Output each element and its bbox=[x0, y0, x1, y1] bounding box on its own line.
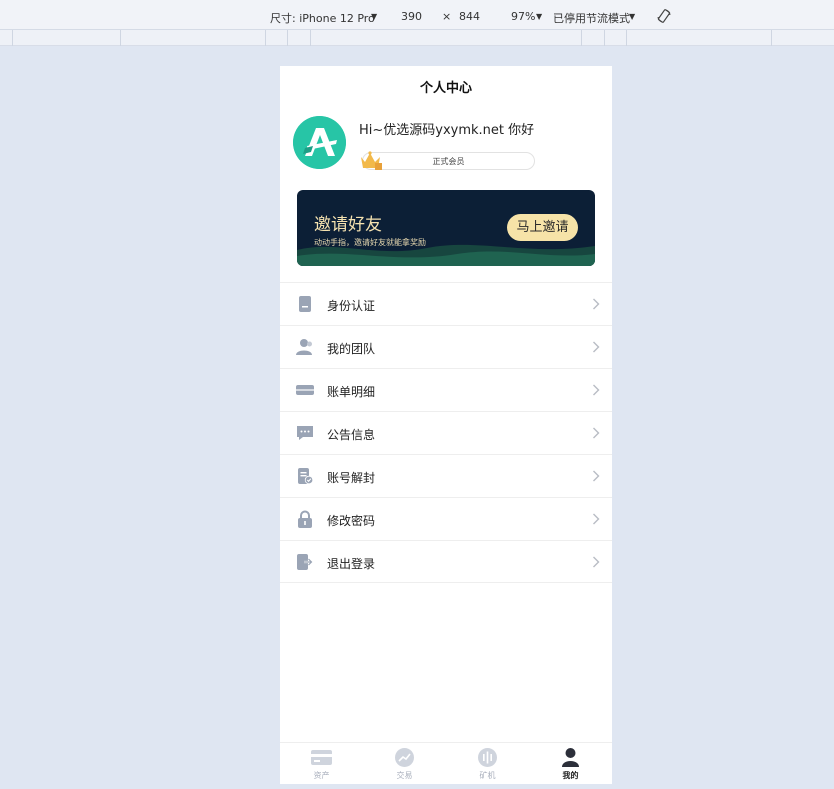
tab-mine[interactable]: 我的 bbox=[529, 743, 612, 784]
chevron-down-icon[interactable]: ▼ bbox=[629, 12, 635, 21]
chevron-right-icon bbox=[593, 427, 600, 439]
tab-miner[interactable]: 矿机 bbox=[446, 743, 529, 784]
media-query-ruler bbox=[0, 30, 834, 46]
height-input[interactable]: 844 bbox=[459, 10, 480, 23]
tab-label: 资产 bbox=[313, 771, 330, 780]
tab-trade[interactable]: 交易 bbox=[363, 743, 446, 784]
id-card-icon bbox=[299, 296, 311, 312]
chevron-right-icon bbox=[593, 298, 600, 310]
chevron-right-icon bbox=[593, 384, 600, 396]
tab-label: 矿机 bbox=[479, 771, 496, 780]
throttle-select[interactable]: 已停用节流模式 bbox=[553, 10, 630, 26]
trade-icon bbox=[395, 748, 414, 767]
settings-menu: 身份认证 我的团队 账单明细 公告信息 账号解封 修改密码 退出登录 bbox=[280, 282, 612, 583]
menu-item-identity[interactable]: 身份认证 bbox=[280, 282, 612, 325]
chevron-down-icon[interactable]: ▼ bbox=[371, 12, 377, 21]
zoom-select[interactable]: 97% bbox=[511, 10, 535, 23]
banner-subtitle: 动动手指，邀请好友就能拿奖励 bbox=[314, 238, 426, 247]
times-label: × bbox=[442, 10, 452, 23]
menu-item-label: 我的团队 bbox=[327, 342, 376, 356]
menu-item-label: 修改密码 bbox=[327, 514, 376, 528]
chevron-right-icon bbox=[593, 556, 600, 568]
menu-item-change-password[interactable]: 修改密码 bbox=[280, 497, 612, 540]
menu-item-unblock[interactable]: 账号解封 bbox=[280, 454, 612, 497]
bottom-tab-bar: 资产 交易 矿机 我的 bbox=[280, 742, 612, 784]
menu-item-label: 账单明细 bbox=[327, 385, 376, 399]
bill-icon bbox=[296, 385, 314, 395]
tab-label: 交易 bbox=[396, 771, 413, 780]
user-icon bbox=[562, 748, 579, 767]
phone-viewport: 个人中心 Hi~优选源码yxymk.net 你好 正式会员 邀请好友 动动手指，… bbox=[280, 66, 612, 784]
menu-item-logout[interactable]: 退出登录 bbox=[280, 540, 612, 583]
banner-title: 邀请好友 bbox=[314, 215, 382, 235]
message-icon bbox=[297, 426, 313, 440]
team-icon bbox=[296, 339, 312, 355]
unlock-document-icon bbox=[298, 468, 314, 485]
chevron-right-icon bbox=[593, 341, 600, 353]
invite-banner[interactable]: 邀请好友 动动手指，邀请好友就能拿奖励 马上邀请 bbox=[297, 190, 595, 266]
tab-assets[interactable]: 资产 bbox=[280, 743, 363, 784]
menu-item-bills[interactable]: 账单明细 bbox=[280, 368, 612, 411]
chevron-down-icon[interactable]: ▼ bbox=[536, 12, 542, 21]
width-input[interactable]: 390 bbox=[401, 10, 422, 23]
chevron-right-icon bbox=[593, 470, 600, 482]
wallet-icon bbox=[311, 750, 332, 765]
menu-item-label: 账号解封 bbox=[327, 471, 376, 485]
devtools-toolbar: 尺寸: iPhone 12 Pro ▼ 390 × 844 97% ▼ 已停用节… bbox=[0, 0, 834, 30]
avatar[interactable] bbox=[293, 116, 346, 169]
menu-item-label: 退出登录 bbox=[327, 557, 376, 571]
crown-icon bbox=[361, 151, 382, 170]
greeting-text: Hi~优选源码yxymk.net 你好 bbox=[359, 123, 535, 138]
membership-badge: 正式会员 bbox=[362, 152, 535, 170]
invite-button[interactable]: 马上邀请 bbox=[507, 214, 578, 241]
logout-icon bbox=[297, 554, 314, 570]
tab-label: 我的 bbox=[562, 771, 579, 780]
device-select[interactable]: 尺寸: iPhone 12 Pro bbox=[270, 10, 375, 26]
menu-item-label: 公告信息 bbox=[327, 428, 376, 442]
rotate-icon[interactable] bbox=[657, 9, 671, 23]
chevron-right-icon bbox=[593, 513, 600, 525]
membership-label: 正式会员 bbox=[432, 157, 465, 166]
menu-item-announcements[interactable]: 公告信息 bbox=[280, 411, 612, 454]
menu-item-label: 身份认证 bbox=[327, 299, 376, 313]
page-title: 个人中心 bbox=[419, 81, 472, 96]
miner-icon bbox=[478, 748, 497, 767]
lock-icon bbox=[298, 510, 312, 528]
menu-item-team[interactable]: 我的团队 bbox=[280, 325, 612, 368]
